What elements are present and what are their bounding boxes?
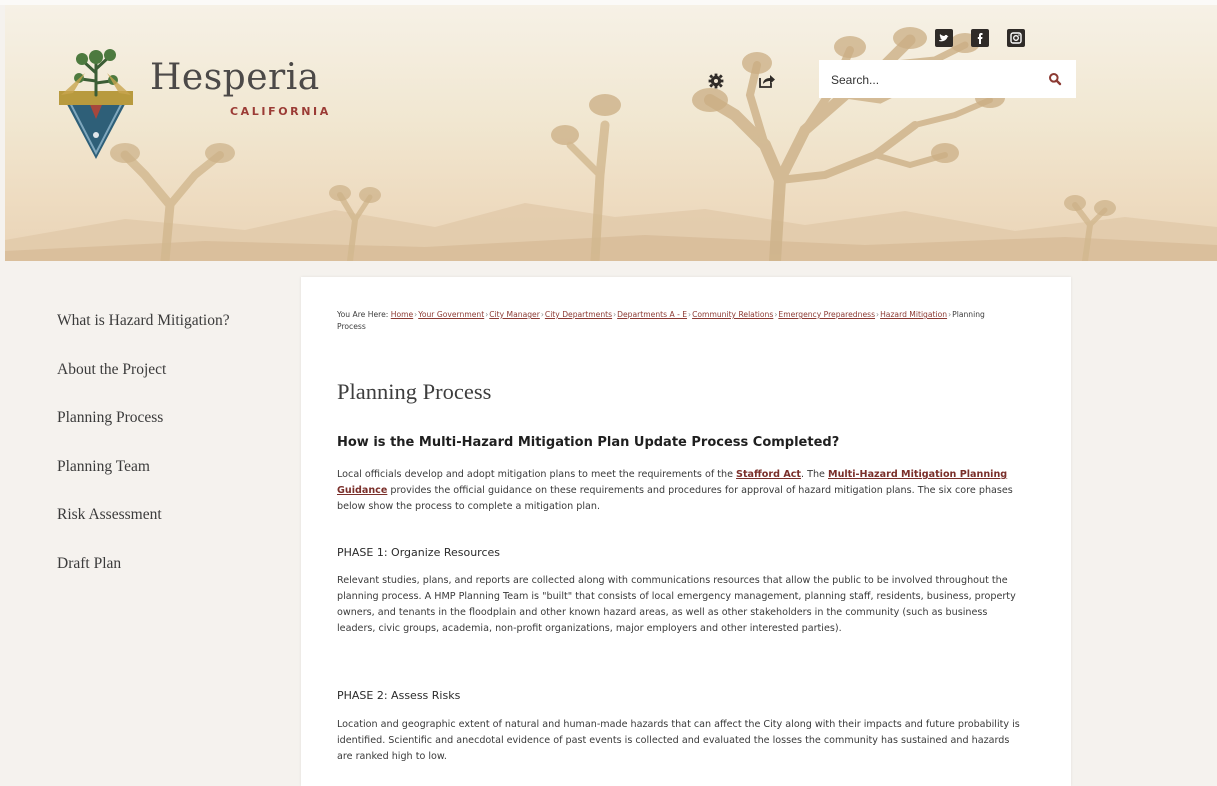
twitter-icon[interactable] bbox=[935, 29, 953, 47]
gear-icon[interactable] bbox=[706, 72, 726, 90]
sidebar-item-planning-team[interactable]: Planning Team bbox=[57, 458, 230, 507]
breadcrumb: You Are Here: Home›Your Government›City … bbox=[337, 309, 997, 333]
intro-text: . The bbox=[801, 469, 829, 480]
page-title: Planning Process bbox=[337, 379, 492, 404]
breadcrumb-separator: › bbox=[688, 310, 692, 319]
sidebar-item-risk-assessment[interactable]: Risk Assessment bbox=[57, 506, 230, 555]
breadcrumb-city-manager[interactable]: City Manager bbox=[489, 310, 540, 319]
breadcrumb-community-relations[interactable]: Community Relations bbox=[692, 310, 773, 319]
share-icon[interactable] bbox=[757, 72, 777, 90]
main-content: You Are Here: Home›Your Government›City … bbox=[301, 277, 1071, 786]
stafford-act-link[interactable]: Stafford Act bbox=[736, 469, 801, 480]
sidebar-item-draft-plan[interactable]: Draft Plan bbox=[57, 555, 230, 604]
search-input[interactable] bbox=[829, 60, 1033, 100]
breadcrumb-hazard-mitigation[interactable]: Hazard Mitigation bbox=[880, 310, 947, 319]
breadcrumb-separator: › bbox=[876, 310, 880, 319]
joshua-tree-landscape bbox=[5, 27, 1217, 261]
facebook-icon[interactable] bbox=[971, 29, 989, 47]
breadcrumb-your-government[interactable]: Your Government bbox=[418, 310, 484, 319]
instagram-icon[interactable] bbox=[1007, 29, 1025, 47]
breadcrumb-departments-a-e[interactable]: Departments A - E bbox=[617, 310, 687, 319]
intro-paragraph: Local officials develop and adopt mitiga… bbox=[337, 467, 1027, 515]
side-navigation: What is Hazard Mitigation? About the Pro… bbox=[57, 312, 230, 603]
breadcrumb-city-departments[interactable]: City Departments bbox=[545, 310, 612, 319]
breadcrumb-separator: › bbox=[774, 310, 778, 319]
breadcrumb-emergency-preparedness[interactable]: Emergency Preparedness bbox=[778, 310, 875, 319]
search-box[interactable] bbox=[819, 60, 1076, 100]
phase-2-text: Location and geographic extent of natura… bbox=[337, 719, 1020, 762]
breadcrumb-separator: › bbox=[414, 310, 418, 319]
phase-1-text: Relevant studies, plans, and reports are… bbox=[337, 575, 1016, 634]
intro-text: provides the official guidance on these … bbox=[337, 485, 1013, 512]
breadcrumb-separator: › bbox=[540, 310, 544, 319]
sidebar-item-planning-process[interactable]: Planning Process bbox=[57, 409, 230, 458]
sidebar-item-about-the-project[interactable]: About the Project bbox=[57, 361, 230, 410]
intro-text: Local officials develop and adopt mitiga… bbox=[337, 469, 737, 480]
breadcrumb-separator: › bbox=[485, 310, 489, 319]
sidebar-item-what-is-hazard-mitigation[interactable]: What is Hazard Mitigation? bbox=[57, 312, 230, 361]
breadcrumb-separator: › bbox=[948, 310, 952, 319]
search-icon[interactable] bbox=[1048, 72, 1062, 86]
site-name[interactable]: Hesperia bbox=[150, 57, 320, 98]
breadcrumb-home[interactable]: Home bbox=[391, 310, 413, 319]
site-state: CALIFORNIA bbox=[230, 105, 331, 118]
breadcrumb-separator: › bbox=[613, 310, 617, 319]
phase-2-title: PHASE 2: Assess Risks bbox=[337, 689, 461, 702]
city-logo-emblem bbox=[59, 49, 133, 159]
phase-1-title: PHASE 1: Organize Resources bbox=[337, 546, 501, 559]
section-heading: How is the Multi-Hazard Mitigation Plan … bbox=[337, 435, 840, 450]
site-header: Hesperia CALIFORNIA bbox=[5, 5, 1217, 261]
breadcrumb-prefix: You Are Here: bbox=[337, 310, 389, 319]
